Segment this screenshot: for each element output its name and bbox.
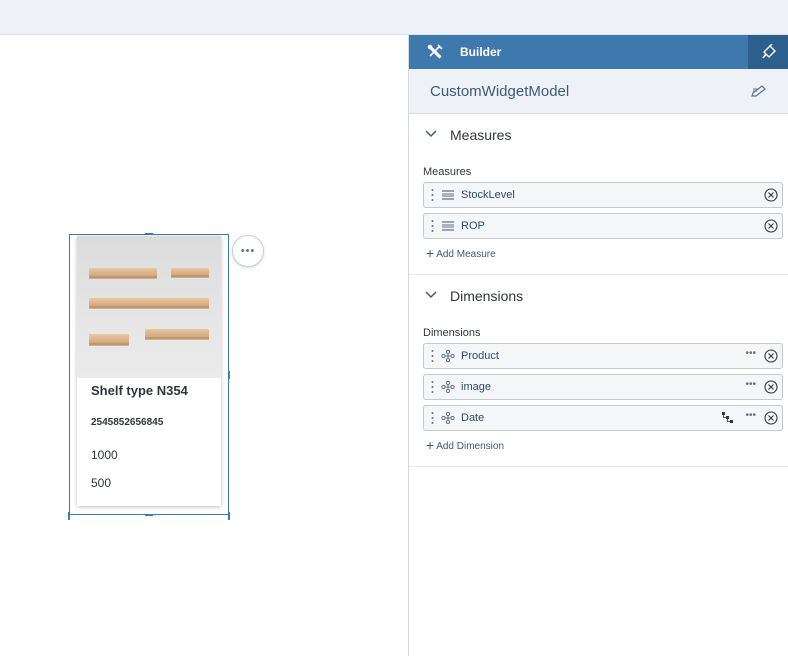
dimensions-section-header[interactable]: Dimensions (409, 278, 788, 314)
tools-icon[interactable] (427, 44, 443, 60)
plus-icon: + (426, 245, 435, 261)
drag-handle-icon[interactable] (431, 219, 434, 233)
measures-sublabel: Measures (423, 166, 472, 178)
resize-handle-bottom-right[interactable] (228, 512, 230, 520)
dimension-icon (441, 381, 455, 393)
remove-circle-icon[interactable] (764, 219, 778, 233)
edit-model-icon[interactable] (751, 84, 767, 98)
dimension-label: Date (461, 412, 485, 424)
remove-circle-icon[interactable] (764, 411, 778, 425)
model-name: CustomWidgetModel (430, 83, 570, 100)
product-image (77, 236, 221, 378)
more-options-icon[interactable]: ••• (745, 379, 756, 390)
paintbrush-icon (761, 44, 776, 59)
widget-more-actions-button[interactable]: ••• (232, 235, 264, 267)
measure-icon (442, 221, 454, 231)
chevron-down-icon (425, 130, 437, 138)
dimension-token-product[interactable]: Product ••• (423, 343, 783, 369)
card-rop-value: 500 (91, 476, 112, 490)
section-divider (409, 274, 788, 275)
resize-handle-bottom[interactable] (145, 514, 153, 516)
add-measure-link[interactable]: + Add Measure (426, 245, 496, 261)
card-product-id: 2545852656845 (91, 417, 164, 428)
measure-token-stocklevel[interactable]: StockLevel (423, 182, 783, 208)
dimension-label: image (461, 381, 491, 393)
model-selector[interactable]: CustomWidgetModel (409, 69, 788, 114)
dimensions-sublabel: Dimensions (423, 327, 481, 339)
product-card-widget[interactable]: Shelf type N354 2545852656845 1000 500 (77, 236, 221, 506)
measures-heading: Measures (450, 127, 512, 143)
measure-label: StockLevel (461, 189, 515, 201)
hierarchy-icon[interactable] (722, 412, 734, 424)
drag-handle-icon[interactable] (431, 380, 434, 394)
drag-handle-icon[interactable] (431, 411, 434, 425)
dimension-label: Product (461, 350, 499, 362)
more-options-icon[interactable]: ••• (745, 410, 756, 421)
plus-icon: + (426, 437, 435, 453)
card-title: Shelf type N354 (91, 383, 188, 398)
measure-label: ROP (461, 220, 485, 232)
styling-tab-button[interactable] (748, 35, 788, 69)
add-measure-label: Add Measure (436, 249, 496, 260)
dimension-icon (441, 350, 455, 362)
measure-token-rop[interactable]: ROP (423, 213, 783, 239)
drag-handle-icon[interactable] (431, 188, 434, 202)
dimension-token-date[interactable]: Date ••• (423, 405, 783, 431)
card-stock-level-value: 1000 (91, 448, 118, 462)
measures-section-header[interactable]: Measures (409, 117, 788, 153)
more-options-icon[interactable]: ••• (745, 348, 756, 359)
dimensions-heading: Dimensions (450, 288, 524, 304)
remove-circle-icon[interactable] (764, 188, 778, 202)
remove-circle-icon[interactable] (764, 380, 778, 394)
builder-panel-header: Builder (409, 35, 788, 69)
more-icon: ••• (240, 245, 256, 257)
resize-handle-top[interactable] (145, 233, 153, 235)
measure-icon (442, 190, 454, 200)
resize-handle-right[interactable] (228, 371, 230, 379)
drag-handle-icon[interactable] (431, 349, 434, 363)
resize-handle-bottom-left[interactable] (68, 512, 70, 520)
builder-tab-title[interactable]: Builder (460, 45, 501, 59)
remove-circle-icon[interactable] (764, 349, 778, 363)
chevron-down-icon (425, 291, 437, 299)
builder-panel: Builder CustomWidgetModel Measures Measu… (408, 35, 788, 656)
dimension-token-image[interactable]: image ••• (423, 374, 783, 400)
add-dimension-label: Add Dimension (436, 441, 504, 452)
section-divider (409, 466, 788, 467)
shelves-illustration (89, 268, 209, 346)
top-toolbar (0, 0, 788, 35)
dimension-icon (441, 412, 455, 424)
add-dimension-link[interactable]: + Add Dimension (426, 437, 504, 453)
